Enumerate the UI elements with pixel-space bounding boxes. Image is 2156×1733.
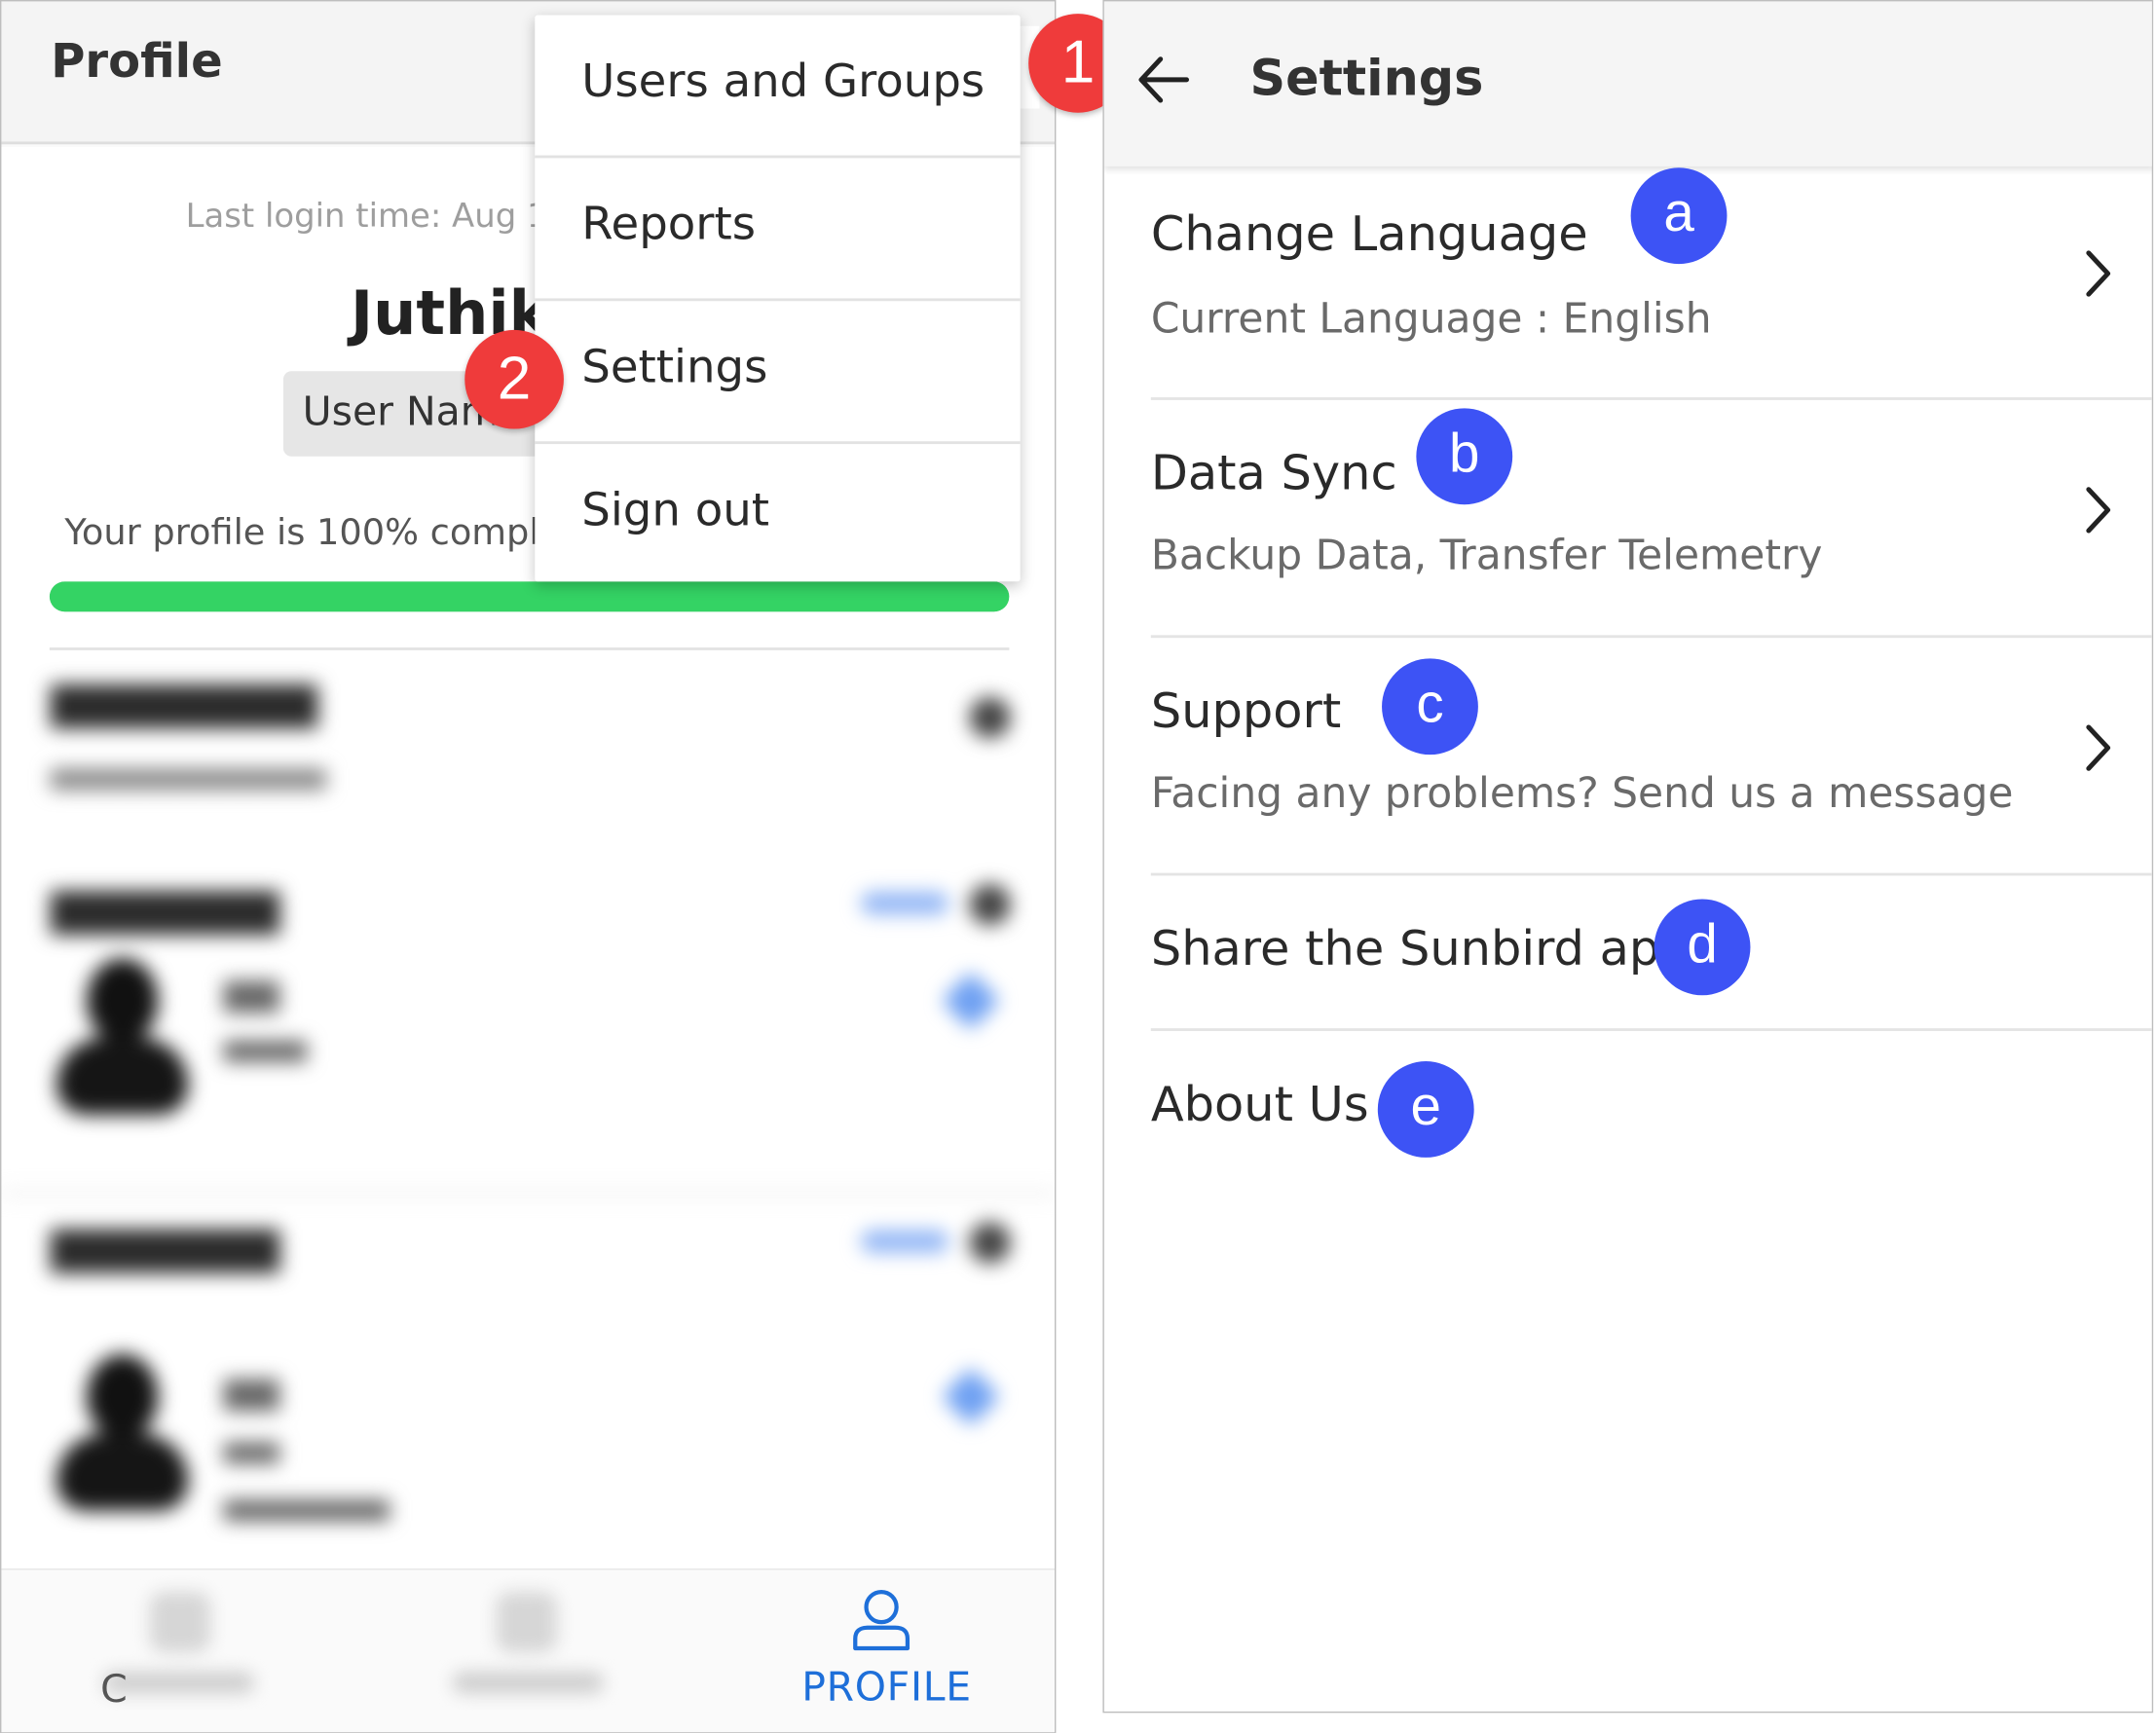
nav-item-blurred[interactable] xyxy=(40,1569,315,1732)
profile-screen: Profile Last login time: Aug 1 Juthika U… xyxy=(0,0,1057,1733)
blurred-text: ▆▆ xyxy=(224,972,279,1014)
menu-item-users-and-groups[interactable]: Users and Groups xyxy=(535,16,1021,159)
settings-item-share-app[interactable]: Share the Sunbird app xyxy=(1150,875,2152,1031)
blurred-profile-content: ▆▆▆▆▆▆▆ ▄▄▄▄▄▄▄▄▄▄ ▆▆▆▆▆▆ ▆▆ ▄▄▄ ▆▆▆▆▆▆ … xyxy=(1,670,1055,1577)
blurred-text: ▆▆ xyxy=(224,1370,279,1413)
page-title: Profile xyxy=(51,34,223,90)
settings-header: Settings xyxy=(1103,1,2152,166)
settings-item-title: Share the Sunbird app xyxy=(1150,922,1691,977)
back-arrow-icon[interactable] xyxy=(1134,51,1192,108)
settings-item-about-us[interactable]: About Us xyxy=(1150,1031,2152,1187)
blurred-section-title: ▆▆▆▆▆▆▆ xyxy=(51,672,317,729)
settings-screen: Settings Change Language Current Languag… xyxy=(1102,0,2154,1714)
menu-item-reports[interactable]: Reports xyxy=(535,158,1021,302)
menu-item-settings[interactable]: Settings xyxy=(535,301,1021,445)
overflow-menu: Users and Groups Reports Settings Sign o… xyxy=(535,15,1021,582)
settings-item-title: Support xyxy=(1150,684,1342,740)
last-login-text: Last login time: Aug 1 xyxy=(185,196,548,236)
menu-item-label: Settings xyxy=(581,339,768,393)
blurred-pill xyxy=(860,1230,949,1253)
blurred-pencil-icon xyxy=(941,971,1000,1030)
settings-item-title: About Us xyxy=(1150,1078,1369,1133)
callout-a: a xyxy=(1630,167,1728,265)
settings-item-title: Data Sync xyxy=(1150,446,1397,502)
profile-completion-text: Your profile is 100% compl xyxy=(64,512,539,555)
nav-item-blurred[interactable] xyxy=(390,1569,664,1732)
blurred-edit-icon xyxy=(969,883,1011,926)
settings-item-data-sync[interactable]: Data Sync Backup Data, Transfer Telemetr… xyxy=(1150,400,2152,639)
blurred-section-title: ▆▆▆▆▆▆ xyxy=(51,1216,279,1273)
settings-item-title: Change Language xyxy=(1150,207,1588,263)
blurred-pill xyxy=(860,892,949,914)
callout-d: d xyxy=(1654,899,1751,996)
settings-item-support[interactable]: Support Facing any problems? Send us a m… xyxy=(1150,638,2152,876)
blurred-text: ▄▄▄ xyxy=(224,1021,307,1063)
callout-b: b xyxy=(1416,408,1513,505)
blurred-separator xyxy=(1,1192,1055,1196)
blurred-edit-icon xyxy=(969,1222,1011,1264)
chevron-right-icon xyxy=(2086,487,2111,534)
menu-item-sign-out[interactable]: Sign out xyxy=(535,444,1020,587)
nav-partial-label: C xyxy=(100,1666,128,1712)
settings-item-subtitle: Current Language : English xyxy=(1150,295,1712,344)
blurred-text: ▄▄▄▄▄▄▄▄▄▄ xyxy=(51,749,326,791)
settings-item-subtitle: Backup Data, Transfer Telemetry xyxy=(1150,532,1823,580)
profile-icon xyxy=(853,1589,911,1651)
blurred-text: ▄▄ xyxy=(224,1422,279,1464)
callout-c: c xyxy=(1382,658,1478,756)
blurred-avatar-icon xyxy=(56,1353,189,1519)
nav-profile-label: PROFILE xyxy=(801,1663,972,1711)
menu-item-label: Reports xyxy=(581,196,757,250)
divider xyxy=(49,647,1010,650)
page-title: Settings xyxy=(1249,51,1484,108)
callout-step-2: 2 xyxy=(465,329,564,429)
callout-e: e xyxy=(1377,1061,1474,1158)
blurred-avatar-icon xyxy=(56,958,189,1123)
blurred-text: ▄▄▄▄▄▄ xyxy=(224,1480,390,1523)
chevron-right-icon xyxy=(2086,250,2111,297)
nav-item-profile[interactable]: PROFILE xyxy=(771,1569,991,1732)
bottom-navigation: C PROFILE xyxy=(1,1568,1055,1733)
blurred-edit-icon xyxy=(969,696,1011,739)
blurred-section-title: ▆▆▆▆▆▆ xyxy=(51,878,279,936)
blurred-pencil-icon xyxy=(941,1367,1000,1426)
menu-item-label: Users and Groups xyxy=(581,54,985,108)
settings-item-subtitle: Facing any problems? Send us a message xyxy=(1150,769,2014,819)
chevron-right-icon xyxy=(2086,724,2111,771)
menu-item-label: Sign out xyxy=(581,482,770,536)
